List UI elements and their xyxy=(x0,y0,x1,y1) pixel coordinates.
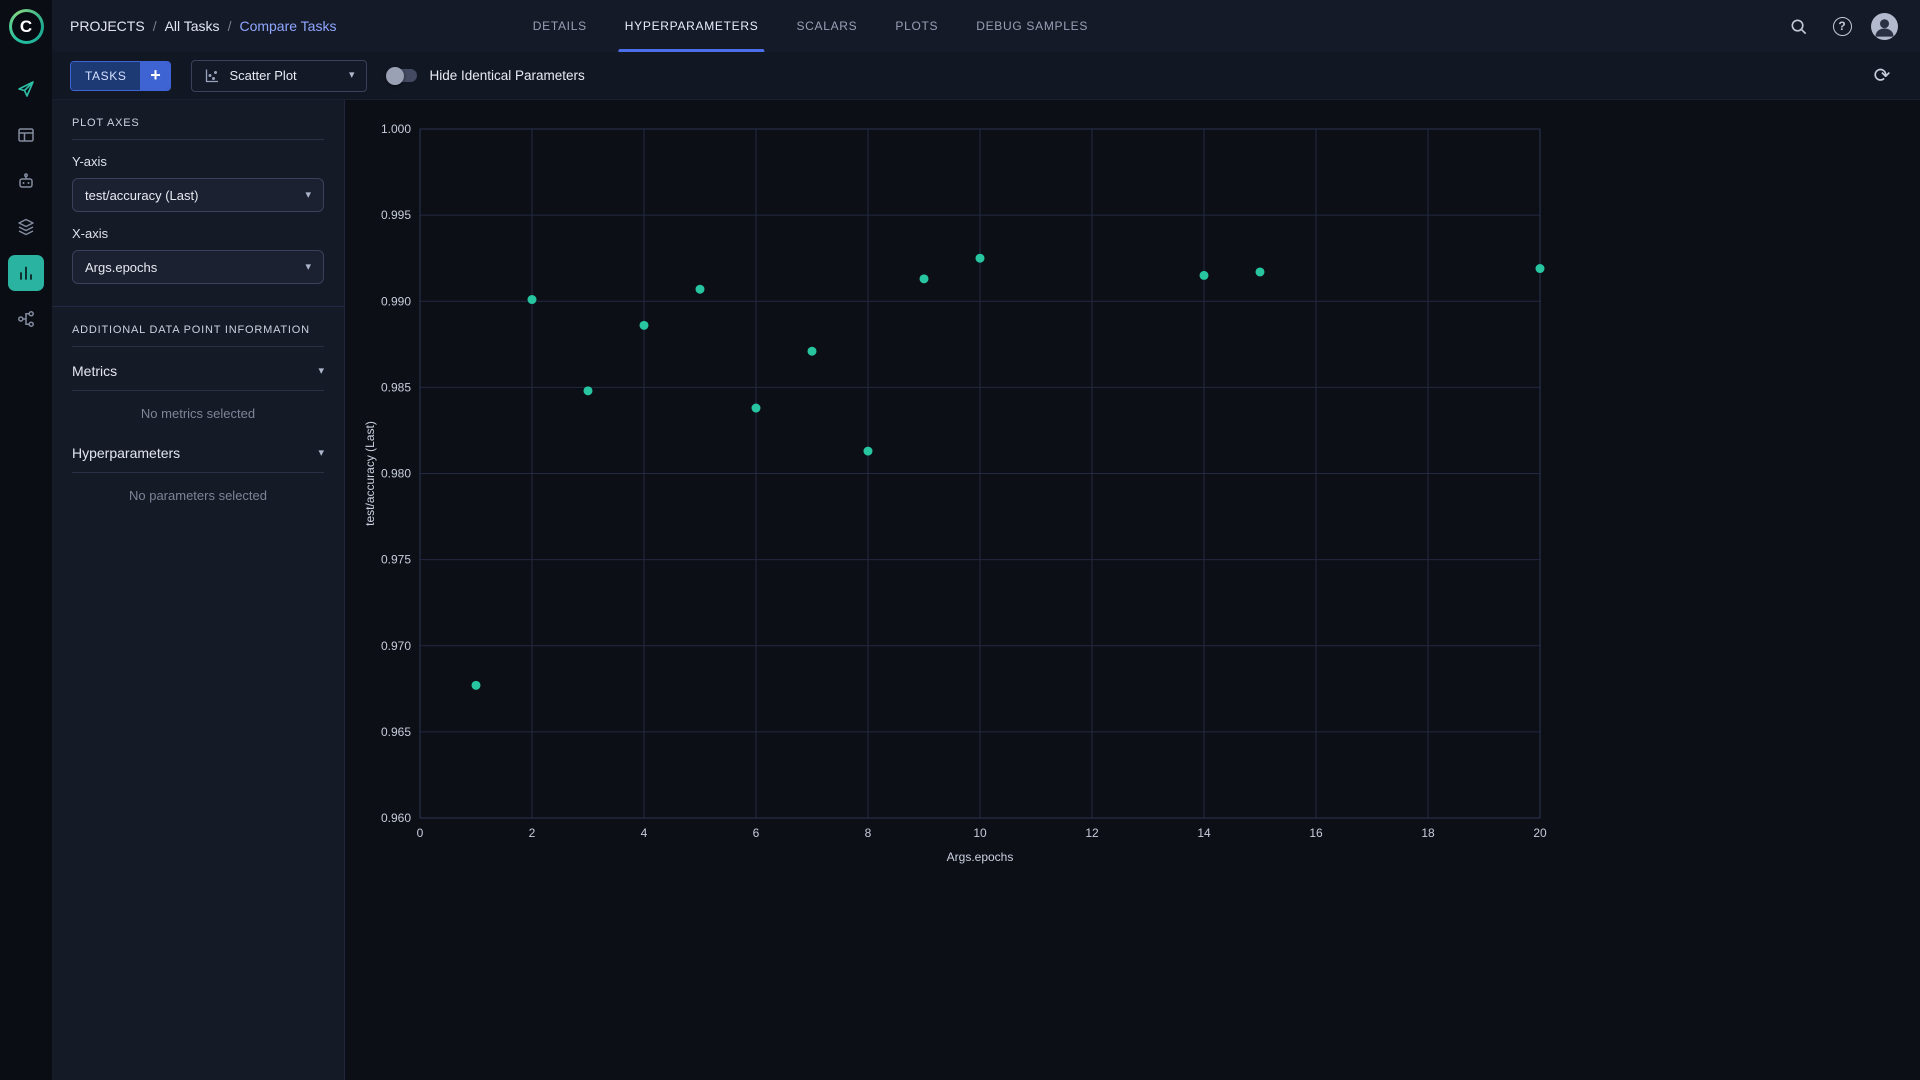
data-point[interactable] xyxy=(976,254,985,263)
hyperparameters-label: Hyperparameters xyxy=(72,445,180,461)
x-tick-label: 18 xyxy=(1421,826,1435,840)
models-icon[interactable] xyxy=(8,163,44,199)
tab-details[interactable]: DETAILS xyxy=(533,0,587,52)
plot-type-value: Scatter Plot xyxy=(229,68,296,83)
plot-settings-panel: PLOT AXES Y-axis test/accuracy (Last) ▾ … xyxy=(52,100,345,1080)
chevron-down-icon: ▾ xyxy=(305,190,311,201)
x-axis-value: Args.epochs xyxy=(85,260,157,275)
breadcrumb: PROJECTS / All Tasks / Compare Tasks xyxy=(70,18,336,34)
header-tabs: DETAILS HYPERPARAMETERS SCALARS PLOTS DE… xyxy=(533,0,1088,52)
y-tick-label: 0.995 xyxy=(381,208,411,222)
tasks-button[interactable]: TASKS + xyxy=(70,61,171,91)
logo-letter: C xyxy=(12,12,41,41)
x-tick-label: 8 xyxy=(865,826,872,840)
data-point[interactable] xyxy=(864,447,873,456)
y-axis-value: test/accuracy (Last) xyxy=(85,188,198,203)
y-tick-label: 0.975 xyxy=(381,553,411,567)
chevron-down-icon: ▾ xyxy=(318,448,324,459)
x-axis-label: X-axis xyxy=(72,226,324,241)
y-tick-label: 0.970 xyxy=(381,639,411,653)
data-point[interactable] xyxy=(808,347,817,356)
data-point[interactable] xyxy=(696,285,705,294)
y-tick-label: 0.960 xyxy=(381,811,411,825)
add-task-button[interactable]: + xyxy=(140,62,170,90)
y-axis-select[interactable]: test/accuracy (Last) ▾ xyxy=(72,178,324,212)
help-icon[interactable]: ? xyxy=(1827,11,1857,41)
tab-hyperparameters[interactable]: HYPERPARAMETERS xyxy=(625,0,759,52)
chevron-down-icon: ▾ xyxy=(305,262,311,273)
x-axis-select[interactable]: Args.epochs ▾ xyxy=(72,250,324,284)
auto-refresh-icon[interactable]: ⟳ xyxy=(1866,60,1898,92)
y-tick-label: 0.980 xyxy=(381,467,411,481)
plot-type-select[interactable]: Scatter Plot ▾ xyxy=(191,60,367,92)
projects-icon[interactable] xyxy=(8,117,44,153)
user-avatar[interactable] xyxy=(1871,13,1898,40)
data-point[interactable] xyxy=(584,386,593,395)
tab-debug-samples[interactable]: DEBUG SAMPLES xyxy=(976,0,1088,52)
content: PLOT AXES Y-axis test/accuracy (Last) ▾ … xyxy=(52,100,1920,1080)
data-point[interactable] xyxy=(1200,271,1209,280)
app-root: C PROJECTS / All Tasks / Com xyxy=(0,0,1920,1080)
x-tick-label: 12 xyxy=(1085,826,1099,840)
data-point[interactable] xyxy=(1536,264,1545,273)
y-tick-label: 0.985 xyxy=(381,380,411,394)
hide-identical-label: Hide Identical Parameters xyxy=(429,68,584,83)
x-tick-label: 0 xyxy=(417,826,424,840)
y-axis-label: Y-axis xyxy=(72,154,324,169)
x-tick-label: 20 xyxy=(1533,826,1547,840)
x-tick-label: 10 xyxy=(973,826,987,840)
header-actions: ? xyxy=(1783,11,1898,41)
data-point[interactable] xyxy=(1256,267,1265,276)
compare-toolbar: TASKS + Scatter Plot ▾ Hide Identical Pa… xyxy=(52,52,1920,100)
additional-info-heading: ADDITIONAL DATA POINT INFORMATION xyxy=(72,307,324,347)
y-tick-label: 0.965 xyxy=(381,725,411,739)
tab-scalars[interactable]: SCALARS xyxy=(796,0,857,52)
chevron-down-icon: ▾ xyxy=(318,366,324,377)
x-tick-label: 16 xyxy=(1309,826,1323,840)
x-tick-label: 2 xyxy=(529,826,536,840)
hyperparameters-empty-note: No parameters selected xyxy=(72,473,324,511)
data-point[interactable] xyxy=(752,404,761,413)
breadcrumb-compare-tasks[interactable]: Compare Tasks xyxy=(239,18,336,34)
breadcrumb-separator: / xyxy=(153,18,157,34)
tasks-button-label: TASKS xyxy=(71,62,140,90)
chevron-down-icon: ▾ xyxy=(349,70,355,81)
question-mark-icon: ? xyxy=(1833,17,1852,36)
left-nav-rail: C xyxy=(0,0,52,1080)
main-column: PROJECTS / All Tasks / Compare Tasks DET… xyxy=(52,0,1920,1080)
data-point[interactable] xyxy=(528,295,537,304)
metrics-label: Metrics xyxy=(72,363,117,379)
getting-started-icon[interactable] xyxy=(8,71,44,107)
data-point[interactable] xyxy=(472,681,481,690)
plot-area: 0 2 4 6 8 10 12 14 16 18 20 0.960 0.965 0.970 0.975 0.9… xyxy=(345,100,1920,1080)
header: PROJECTS / All Tasks / Compare Tasks DET… xyxy=(52,0,1920,52)
x-tick-label: 6 xyxy=(753,826,760,840)
x-axis-title: Args.epochs xyxy=(947,850,1014,864)
search-icon[interactable] xyxy=(1783,11,1813,41)
data-point[interactable] xyxy=(640,321,649,330)
x-tick-label: 4 xyxy=(641,826,648,840)
metrics-section-toggle[interactable]: Metrics ▾ xyxy=(72,347,324,391)
y-tick-label: 0.990 xyxy=(381,294,411,308)
datasets-icon[interactable] xyxy=(8,209,44,245)
x-tick-label: 14 xyxy=(1197,826,1211,840)
y-axis-title: test/accuracy (Last) xyxy=(363,421,377,526)
breadcrumb-all-tasks[interactable]: All Tasks xyxy=(165,18,220,34)
breadcrumb-projects[interactable]: PROJECTS xyxy=(70,18,145,34)
hyperparameters-section-toggle[interactable]: Hyperparameters ▾ xyxy=(72,429,324,473)
hide-identical-wrap: Hide Identical Parameters xyxy=(387,68,584,83)
y-tick-label: 1.000 xyxy=(381,122,411,136)
scatter-chart: 0 2 4 6 8 10 12 14 16 18 20 0.960 0.965 0.970 0.975 0.9… xyxy=(345,100,1920,1080)
data-point[interactable] xyxy=(920,274,929,283)
metrics-empty-note: No metrics selected xyxy=(72,391,324,429)
hide-identical-toggle[interactable] xyxy=(387,69,417,82)
toggle-knob xyxy=(386,67,404,85)
breadcrumb-separator: / xyxy=(228,18,232,34)
scatter-plot-icon xyxy=(204,68,220,84)
experiments-compare-icon[interactable] xyxy=(8,255,44,291)
plot-axes-heading: PLOT AXES xyxy=(72,100,324,140)
clearml-logo[interactable]: C xyxy=(9,9,44,44)
pipelines-icon[interactable] xyxy=(8,301,44,337)
tab-plots[interactable]: PLOTS xyxy=(895,0,938,52)
